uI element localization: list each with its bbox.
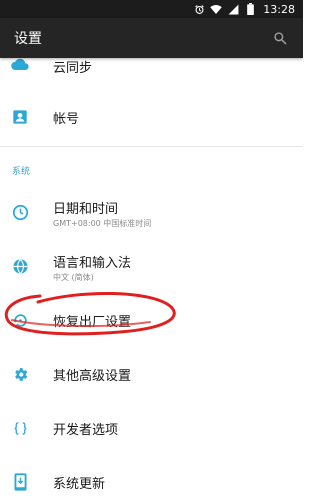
globe-icon	[11, 257, 29, 275]
code-braces-icon	[11, 419, 29, 437]
list-item-date-time[interactable]: 日期和时间 GMT+08:00 中国标准时间	[0, 185, 303, 239]
search-button[interactable]	[269, 27, 291, 49]
gear-icon	[11, 365, 29, 383]
wifi-icon	[210, 3, 223, 15]
list-item-title: 系统更新	[53, 477, 106, 492]
status-bar: 13:28	[0, 0, 303, 18]
phone-update-icon	[11, 473, 29, 491]
list-item-summary: 中文 (简体)	[53, 273, 94, 282]
section-header-system: 系统	[12, 167, 31, 177]
list-item-developer-options[interactable]: 开发者选项	[0, 401, 303, 455]
restore-icon	[11, 311, 29, 329]
list-item-advanced-settings[interactable]: 其他高级设置	[0, 347, 303, 401]
search-icon	[274, 32, 287, 45]
list-item-language-input[interactable]: 语言和输入法 中文 (简体)	[0, 239, 303, 293]
battery-icon	[244, 3, 256, 15]
settings-list: 云同步 帐号 系统 日期和时间 GMT+08:00 中国标准时间 语言和输入法	[0, 58, 303, 499]
list-item-summary: GMT+08:00 中国标准时间	[53, 219, 152, 228]
list-item-title: 日期和时间	[53, 202, 119, 217]
list-item-title: 帐号	[53, 112, 80, 127]
settings-screen: 13:28 设置 云同步 帐号 系统 日期和时间 GMT+08:00 中国标准时…	[0, 0, 303, 499]
list-item-factory-reset[interactable]: 恢复出厂设置	[0, 293, 303, 347]
list-item-cloud-sync[interactable]: 云同步	[0, 58, 303, 80]
list-item-title: 开发者选项	[53, 423, 119, 438]
account-icon	[11, 108, 29, 126]
list-item-account[interactable]: 帐号	[0, 88, 303, 146]
section-divider	[0, 146, 303, 147]
list-item-title: 语言和输入法	[53, 256, 132, 271]
status-time: 13:28	[263, 2, 295, 16]
list-item-title: 其他高级设置	[53, 369, 132, 384]
page-title: 设置	[14, 31, 42, 47]
cloud-icon	[11, 58, 29, 73]
alarm-icon	[193, 3, 205, 15]
list-item-title: 云同步	[53, 61, 93, 76]
list-item-title: 恢复出厂设置	[53, 315, 132, 330]
clock-icon	[11, 203, 29, 221]
list-item-system-update[interactable]: 系统更新	[0, 455, 303, 499]
app-bar: 设置	[0, 18, 303, 58]
signal-icon	[227, 3, 239, 15]
